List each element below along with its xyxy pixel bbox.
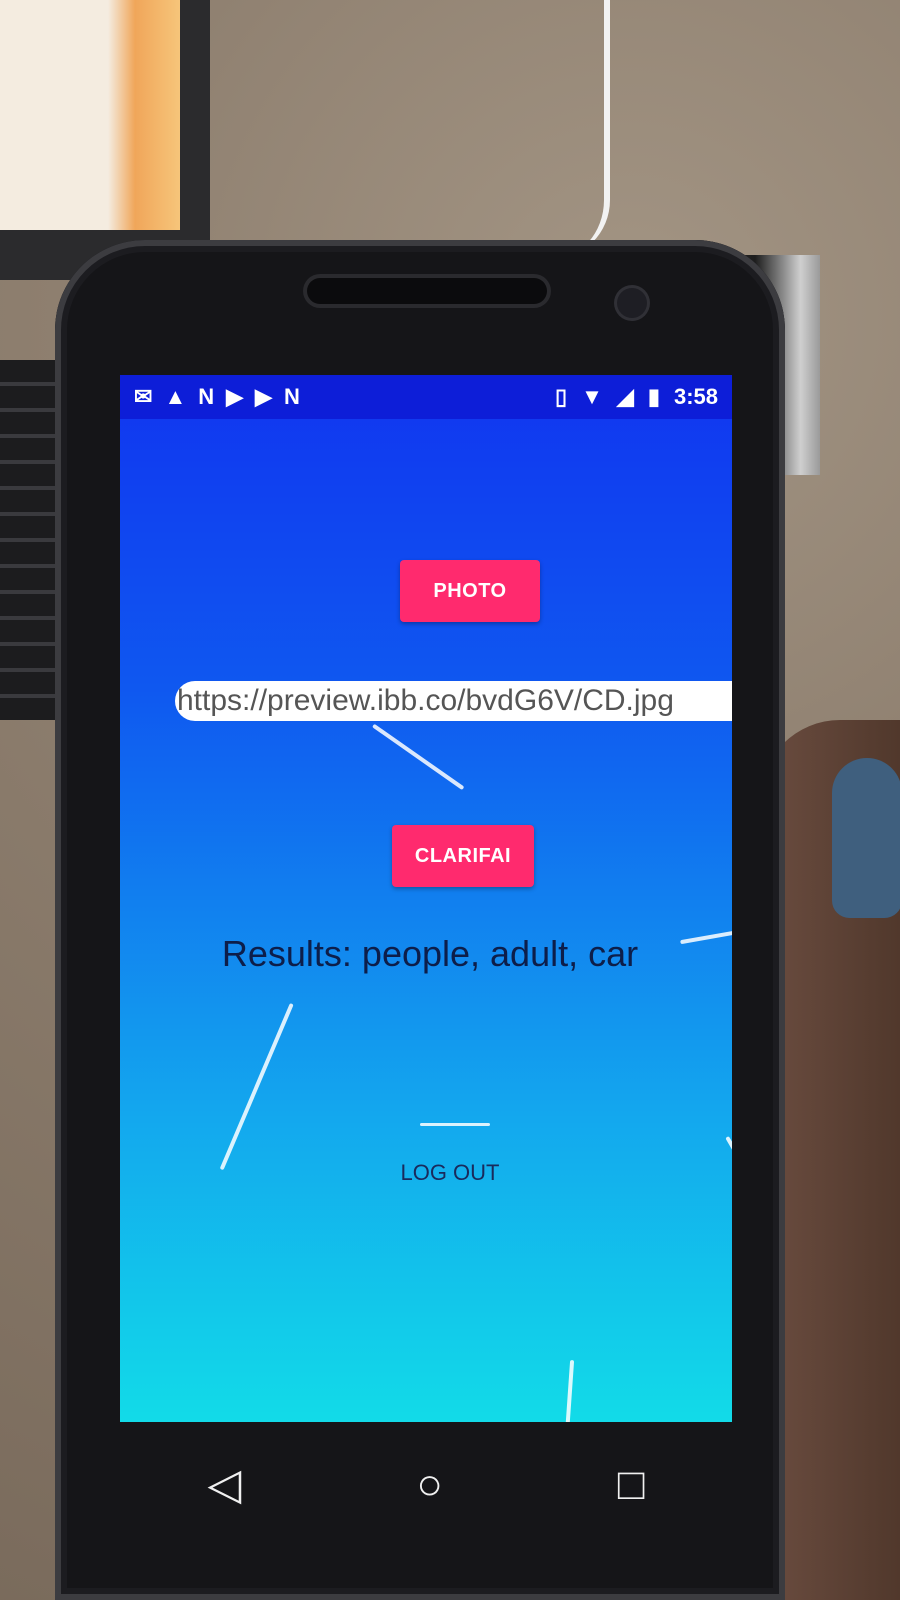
earpiece bbox=[307, 278, 547, 304]
recents-icon[interactable]: □ bbox=[618, 1463, 645, 1507]
clock: 3:58 bbox=[673, 384, 718, 409]
laptop-background bbox=[0, 0, 210, 280]
phone-body: ✉ ▲ N ▶ ▶ N ▯ ▼ ◢ ▮ 3:58 PHOTO CLARIFAI … bbox=[55, 240, 785, 1600]
n-notification-icon: N bbox=[283, 384, 300, 409]
navigation-bar: ◁ ○ □ bbox=[120, 1430, 732, 1540]
seed-decoration bbox=[725, 1136, 732, 1190]
seed-decoration bbox=[563, 1359, 575, 1422]
front-camera bbox=[617, 288, 647, 318]
thumb bbox=[832, 758, 900, 918]
notification-icons: ✉ ▲ N ▶ ▶ N bbox=[134, 383, 300, 411]
seed-decoration bbox=[219, 1003, 294, 1171]
system-icons: ▯ ▼ ◢ ▮ 3:58 bbox=[555, 383, 718, 411]
mail-icon: ✉ bbox=[134, 384, 153, 409]
seed-decoration bbox=[420, 1123, 490, 1126]
play-icon: ▶ bbox=[226, 384, 244, 409]
wifi-icon: ▼ bbox=[581, 384, 603, 409]
back-icon[interactable]: ◁ bbox=[208, 1463, 242, 1507]
photo-button[interactable]: PHOTO bbox=[400, 560, 540, 622]
n-notification-icon: N bbox=[198, 384, 215, 409]
battery-icon: ▮ bbox=[647, 384, 660, 409]
app-screen: ✉ ▲ N ▶ ▶ N ▯ ▼ ◢ ▮ 3:58 PHOTO CLARIFAI … bbox=[120, 375, 732, 1422]
play-icon: ▶ bbox=[255, 384, 272, 409]
results-text: Results: people, adult, car bbox=[221, 933, 639, 974]
laptop-screen bbox=[0, 0, 180, 230]
clarifai-button[interactable]: CLARIFAI bbox=[392, 825, 534, 887]
logout-button[interactable]: LOG OUT bbox=[370, 1153, 530, 1193]
status-bar: ✉ ▲ N ▶ ▶ N ▯ ▼ ◢ ▮ 3:58 bbox=[120, 375, 732, 419]
no-signal-icon: ◢ bbox=[616, 384, 634, 409]
image-url-input[interactable] bbox=[175, 681, 732, 721]
vibrate-icon: ▯ bbox=[555, 384, 568, 409]
home-icon[interactable]: ○ bbox=[416, 1463, 443, 1507]
alert-icon: ▲ bbox=[164, 384, 187, 409]
cable bbox=[520, 0, 610, 260]
seed-decoration bbox=[372, 723, 465, 791]
